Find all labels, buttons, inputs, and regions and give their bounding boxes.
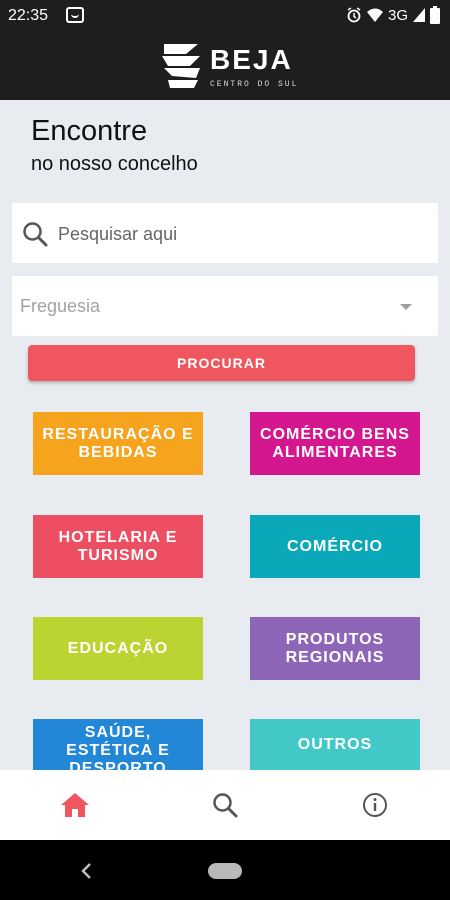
freguesia-select-value: Freguesia — [20, 296, 101, 316]
category-produtos-regionais-button[interactable]: PRODUTOS REGIONAIS — [250, 617, 420, 680]
beja-logo-icon — [162, 44, 200, 88]
status-time: 22:35 — [8, 7, 49, 24]
back-icon[interactable] — [80, 862, 94, 880]
home-icon — [61, 793, 89, 817]
info-icon — [363, 793, 387, 817]
procurar-button[interactable]: PROCURAR — [28, 345, 415, 381]
bottom-navigation — [0, 770, 450, 840]
search-icon — [23, 222, 48, 247]
category-comercio-bens-alimentares-button[interactable]: COMÉRCIO BENS ALIMENTARES — [250, 412, 420, 475]
search-box — [12, 203, 438, 263]
category-hotelaria-button[interactable]: HOTELARIA E TURISMO — [33, 515, 203, 578]
category-educacao-button[interactable]: EDUCAÇÃO — [33, 617, 203, 680]
page-subtitle: no nosso concelho — [31, 153, 198, 175]
wifi-icon — [366, 8, 383, 22]
page-title: Encontre — [31, 115, 148, 147]
nav-info-button[interactable] — [300, 770, 450, 840]
nav-home-button[interactable] — [0, 770, 150, 840]
logo-title: BEJA — [210, 44, 293, 75]
notification-icon — [66, 7, 84, 23]
freguesia-select[interactable]: Freguesia — [12, 276, 438, 336]
status-icons: 3G — [346, 6, 440, 24]
network-type: 3G — [387, 6, 408, 24]
category-comercio-button[interactable]: COMÉRCIO — [250, 515, 420, 578]
battery-icon — [430, 6, 440, 24]
category-outros-button[interactable]: OUTROS — [250, 719, 420, 770]
search-icon — [213, 793, 238, 818]
nav-search-button[interactable] — [150, 770, 300, 840]
logo-subtitle: CENTRO DO SUL — [210, 80, 299, 89]
home-pill-button[interactable] — [208, 863, 242, 879]
search-input[interactable] — [56, 215, 420, 253]
status-bar: 22:35 3G — [0, 0, 450, 32]
chevron-down-icon — [400, 304, 412, 310]
signal-icon — [413, 8, 425, 22]
category-restauracao-button[interactable]: RESTAURAÇÃO E BEBIDAS — [33, 412, 203, 475]
alarm-icon — [347, 7, 361, 23]
category-saude-button[interactable]: SAÚDE, ESTÉTICA E DESPORTO — [33, 719, 203, 770]
